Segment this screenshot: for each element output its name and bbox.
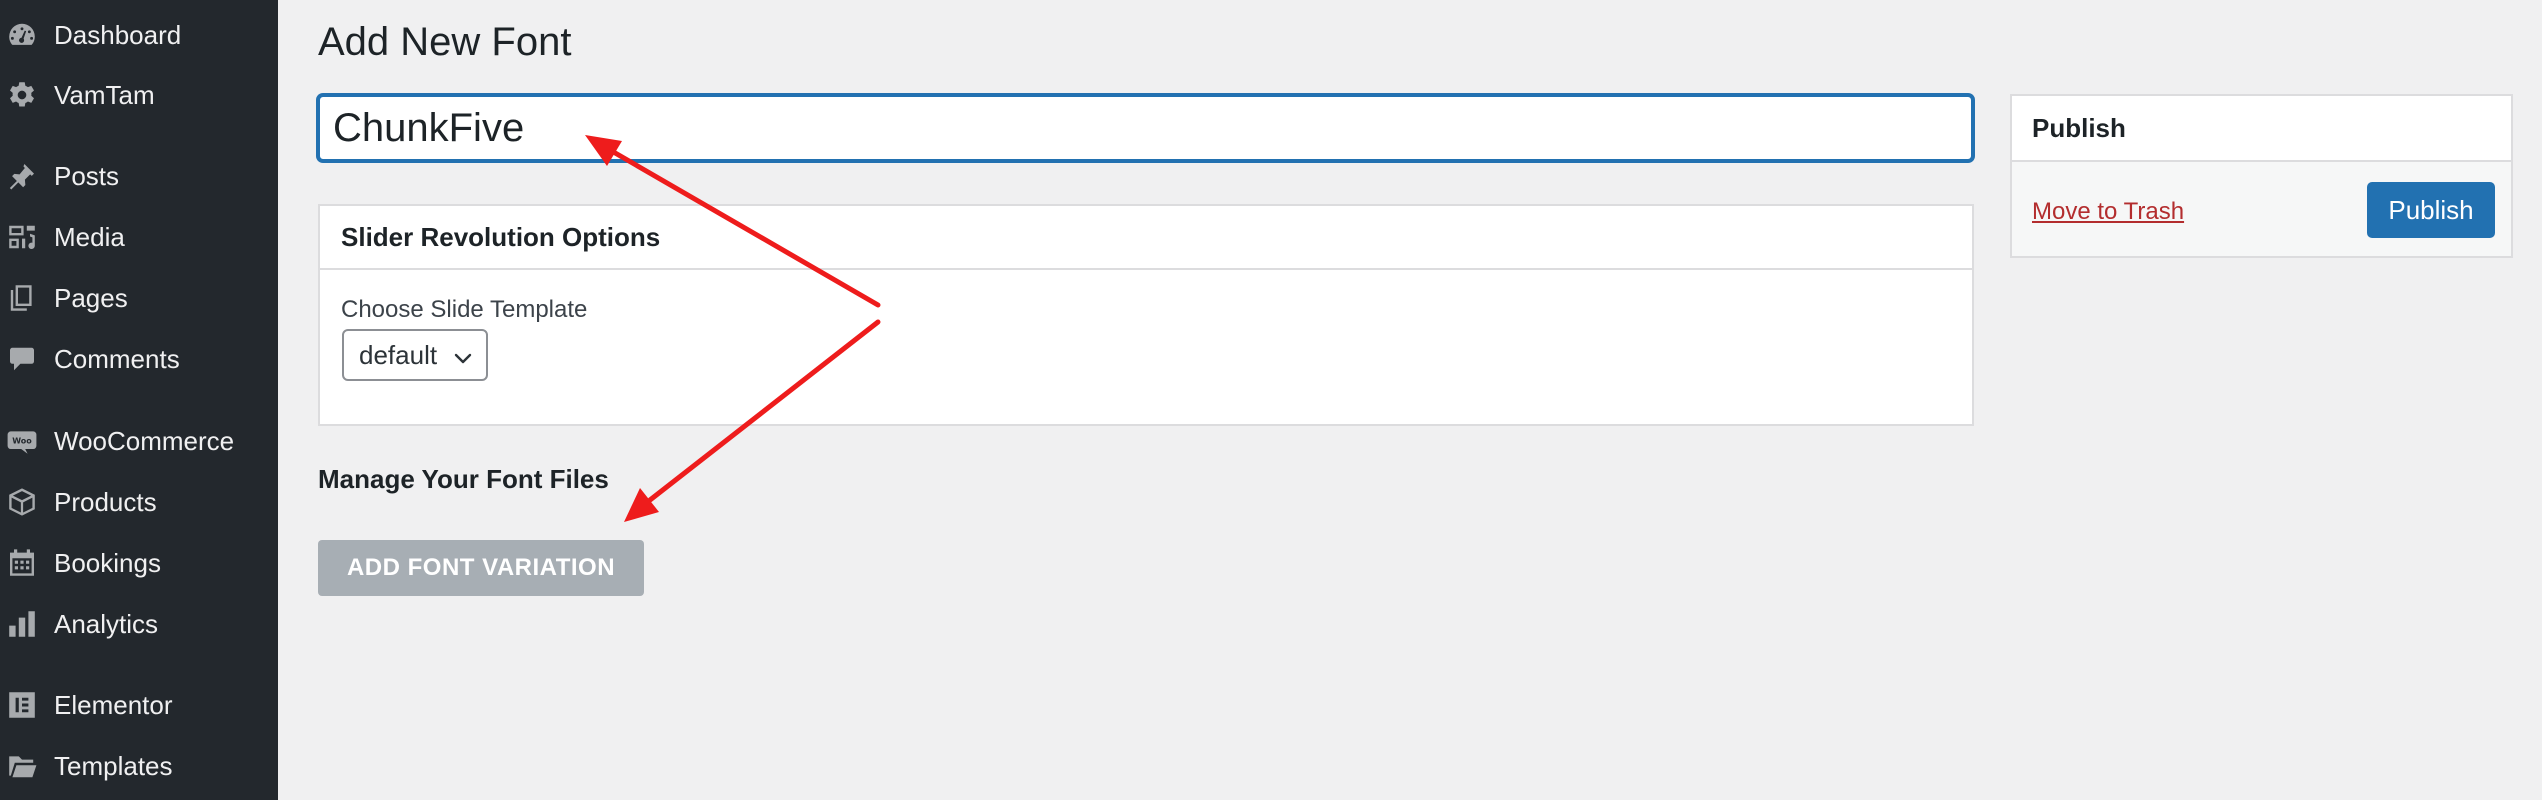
admin-sidebar: Dashboard VamTam Posts Media Pages Comme… bbox=[0, 0, 278, 800]
folder-icon bbox=[5, 749, 39, 783]
box-icon bbox=[5, 485, 39, 519]
slide-template-label: Choose Slide Template bbox=[341, 296, 588, 323]
sidebar-item-media[interactable]: Media bbox=[0, 212, 278, 262]
publish-box-title: Publish bbox=[2012, 96, 2511, 162]
dashboard-icon bbox=[5, 18, 39, 52]
sidebar-item-bookings[interactable]: Bookings bbox=[0, 538, 278, 588]
sidebar-item-templates[interactable]: Templates bbox=[0, 741, 278, 791]
sidebar-item-label: Comments bbox=[54, 343, 180, 374]
svg-text:Woo: Woo bbox=[12, 437, 32, 446]
sidebar-item-label: WooCommerce bbox=[54, 425, 235, 456]
slider-revolution-options-box: Slider Revolution Options Choose Slide T… bbox=[318, 204, 1974, 426]
sidebar-item-vamtam[interactable]: VamTam bbox=[0, 70, 278, 120]
page-title: Add New Font bbox=[318, 20, 572, 64]
sidebar-item-label: Pages bbox=[54, 282, 128, 313]
gear-icon bbox=[5, 78, 39, 112]
sidebar-item-pages[interactable]: Pages bbox=[0, 273, 278, 323]
pin-icon bbox=[5, 159, 39, 193]
sidebar-item-label: Elementor bbox=[54, 689, 173, 720]
add-font-variation-button[interactable]: ADD FONT VARIATION bbox=[318, 540, 644, 596]
sidebar-item-label: Media bbox=[54, 221, 125, 252]
sidebar-item-dashboard[interactable]: Dashboard bbox=[0, 10, 278, 60]
sidebar-item-label: Dashboard bbox=[54, 19, 182, 50]
publish-button[interactable]: Publish bbox=[2367, 182, 2495, 238]
font-title-input[interactable] bbox=[317, 94, 1974, 162]
pages-icon bbox=[5, 281, 39, 315]
woocommerce-icon: Woo bbox=[5, 424, 39, 458]
sidebar-item-label: Analytics bbox=[54, 608, 159, 639]
comment-icon bbox=[5, 342, 39, 376]
slide-template-select[interactable]: default bbox=[342, 329, 488, 381]
sidebar-item-elementor[interactable]: Elementor bbox=[0, 680, 278, 730]
elementor-icon bbox=[5, 688, 39, 722]
chevron-down-icon bbox=[452, 345, 474, 367]
sidebar-item-analytics[interactable]: Analytics bbox=[0, 599, 278, 649]
publish-box: Publish Move to Trash Publish bbox=[2010, 94, 2513, 258]
sidebar-item-woocommerce[interactable]: Woo WooCommerce bbox=[0, 416, 278, 466]
slide-template-selected-value: default bbox=[359, 339, 438, 370]
sidebar-item-label: Products bbox=[54, 486, 157, 517]
sidebar-item-label: Templates bbox=[54, 750, 173, 781]
move-to-trash-link[interactable]: Move to Trash bbox=[2032, 198, 2184, 226]
calendar-icon bbox=[5, 546, 39, 580]
sidebar-item-label: Bookings bbox=[54, 547, 161, 578]
sidebar-item-comments[interactable]: Comments bbox=[0, 334, 278, 384]
sidebar-item-products[interactable]: Products bbox=[0, 477, 278, 527]
sidebar-item-label: VamTam bbox=[54, 79, 155, 110]
sidebar-item-label: Posts bbox=[54, 160, 120, 191]
bar-chart-icon bbox=[5, 607, 39, 641]
slider-box-title: Slider Revolution Options bbox=[320, 206, 1972, 270]
sidebar-item-posts[interactable]: Posts bbox=[0, 151, 278, 201]
manage-font-files-heading: Manage Your Font Files bbox=[318, 464, 609, 494]
media-icon bbox=[5, 220, 39, 254]
